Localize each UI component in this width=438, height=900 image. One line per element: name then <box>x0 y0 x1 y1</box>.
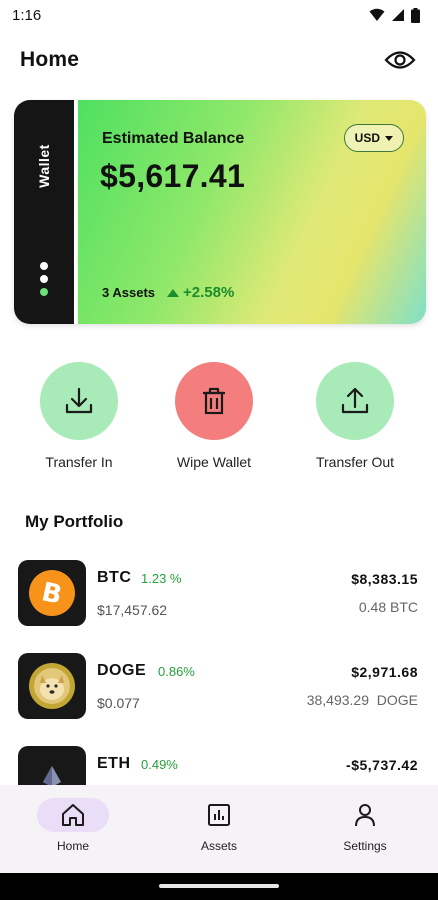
nav-home-label: Home <box>56 839 89 853</box>
status-icons <box>369 7 420 23</box>
portfolio-title: My Portfolio <box>25 512 124 531</box>
page-dot-active <box>40 288 48 296</box>
transfer-out-label: Transfer Out <box>315 454 395 470</box>
nav-settings-label: Settings <box>343 839 387 853</box>
assets-count: 3 Assets <box>102 285 155 300</box>
balance-label: Estimated Balance <box>102 130 245 147</box>
ethereum-icon <box>43 766 61 785</box>
dogecoin-icon <box>29 663 75 709</box>
caret-down-icon <box>385 135 393 141</box>
asset-logo-btc: B <box>18 560 86 626</box>
asset-change: 1.23 % <box>141 571 182 586</box>
page-dot <box>40 275 48 283</box>
signal-icon <box>392 9 404 21</box>
chart-icon <box>208 804 230 826</box>
wallet-card[interactable]: Wallet Estimated Balance $5,617.41 USD 3… <box>14 100 426 324</box>
asset-row-doge[interactable]: DOGE 0.86% $0.077 $2,971.68 38,493.29 DO… <box>0 648 438 719</box>
nav-settings-indicator <box>329 798 401 832</box>
asset-row-eth[interactable]: ETH 0.49% -$5,737.42 <box>0 741 438 785</box>
wifi-icon <box>369 8 385 21</box>
assets-summary: 3 Assets +2.58% <box>102 284 234 301</box>
nav-assets[interactable]: Assets <box>146 785 292 873</box>
quick-actions: Transfer In Wipe Wallet Transfer Out <box>0 362 438 482</box>
asset-price: $0.077 <box>97 695 140 711</box>
asset-value: $2,971.68 <box>351 664 418 680</box>
page-title: Home <box>20 48 80 71</box>
asset-symbol: DOGE <box>97 662 147 679</box>
asset-price: $17,457.62 <box>97 602 168 618</box>
asset-logo-eth <box>18 746 86 785</box>
currency-label: USD <box>354 131 380 145</box>
balance-change-value: +2.58% <box>183 284 235 301</box>
nav-home[interactable]: Home <box>0 785 146 873</box>
wipe-wallet-label: Wipe Wallet <box>176 454 252 470</box>
transfer-out-button[interactable] <box>316 362 394 440</box>
asset-symbol: BTC <box>97 569 132 586</box>
transfer-in-label: Transfer In <box>45 454 113 470</box>
bottom-navigation: Home Assets Settings <box>0 785 438 873</box>
portfolio-list: B BTC 1.23 % $17,457.62 $8,383.15 0.48 B… <box>0 555 438 785</box>
bitcoin-icon: B <box>29 570 75 616</box>
asset-logo-doge <box>18 653 86 719</box>
wipe-wallet-action[interactable]: Wipe Wallet <box>149 362 279 470</box>
wallet-tab[interactable]: Wallet <box>14 100 74 324</box>
asset-change: 0.86% <box>158 664 195 679</box>
nav-assets-indicator <box>183 798 255 832</box>
home-icon <box>62 804 84 826</box>
asset-value: $8,383.15 <box>351 571 418 587</box>
transfer-in-button[interactable] <box>40 362 118 440</box>
balance-value: $5,617.41 <box>100 158 246 194</box>
wipe-wallet-button[interactable] <box>175 362 253 440</box>
trash-icon <box>203 387 225 415</box>
toggle-visibility-button[interactable] <box>382 42 418 78</box>
eye-icon <box>384 51 416 69</box>
wallet-tab-label: Wallet <box>36 144 52 188</box>
asset-holding: 0.48 BTC <box>358 599 418 615</box>
wallet-page-indicator <box>40 262 48 296</box>
page-dot <box>40 262 48 270</box>
upload-icon <box>341 387 369 414</box>
wallet-balance-panel: Estimated Balance $5,617.41 USD 3 Assets… <box>78 100 426 324</box>
transfer-in-action[interactable]: Transfer In <box>14 362 144 470</box>
app-header: Home <box>0 40 438 80</box>
battery-icon <box>411 7 420 23</box>
status-time: 1:16 <box>12 6 42 24</box>
asset-holding: 38,493.29 DOGE <box>306 692 418 708</box>
triangle-up-icon <box>167 288 179 297</box>
nav-assets-label: Assets <box>200 839 237 853</box>
asset-symbol: ETH <box>97 755 131 772</box>
person-icon <box>355 804 375 827</box>
nav-settings[interactable]: Settings <box>292 785 438 873</box>
currency-selector[interactable]: USD <box>343 124 404 152</box>
download-icon <box>65 387 93 414</box>
asset-value: -$5,737.42 <box>346 757 418 773</box>
asset-row-btc[interactable]: B BTC 1.23 % $17,457.62 $8,383.15 0.48 B… <box>0 555 438 626</box>
home-gesture-handle[interactable] <box>159 884 279 888</box>
status-bar: 1:16 <box>0 0 438 30</box>
nav-home-indicator <box>37 798 109 832</box>
transfer-out-action[interactable]: Transfer Out <box>290 362 420 470</box>
gesture-bar <box>0 873 438 900</box>
balance-change: +2.58% <box>167 284 234 301</box>
asset-change: 0.49% <box>141 757 178 772</box>
